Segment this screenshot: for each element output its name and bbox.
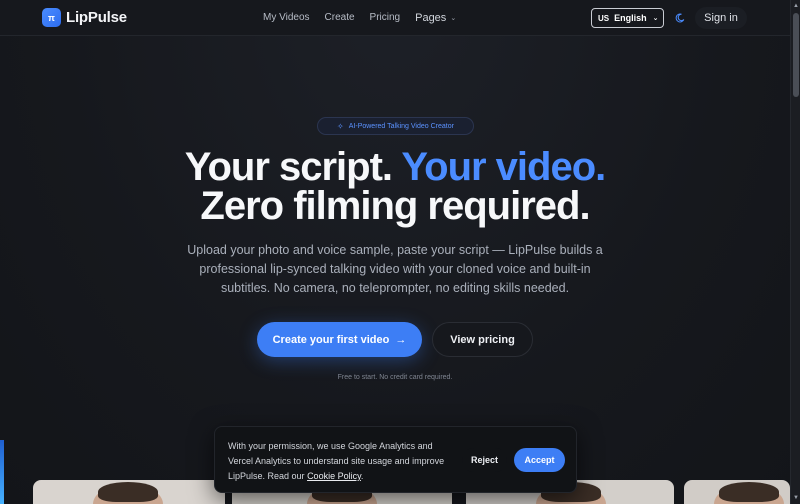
scrollbar[interactable]: ▲ ▼ [790,0,800,504]
accept-button[interactable]: Accept [514,448,565,472]
scroll-down-icon[interactable]: ▼ [791,492,800,504]
nav-pages-label: Pages [415,12,447,24]
brand-logo[interactable]: π LipPulse [42,8,127,27]
preview-edge [0,440,4,504]
arrow-right-icon: → [395,333,407,346]
fine-print: Free to start. No credit card required. [337,374,453,381]
preview-video-card[interactable] [684,480,790,504]
avatar-hair [98,482,158,502]
create-first-video-button[interactable]: Create your first video → [257,322,422,357]
cookie-text: With your permission, we use Google Anal… [228,439,453,484]
scroll-up-icon[interactable]: ▲ [791,0,800,12]
language-select[interactable]: US English ⌄ [591,8,664,28]
nav-links: My Videos Create Pricing Pages ⌄ [263,12,471,24]
reject-button[interactable]: Reject [462,448,507,472]
headline-accent: Your video. [401,145,606,189]
cookie-banner: With your permission, we use Google Anal… [214,426,577,493]
hero-badge-label: AI-Powered Talking Video Creator [348,122,454,130]
chevron-down-icon: ⌄ [450,15,457,22]
signin-button[interactable]: Sign in [695,7,747,29]
view-pricing-button[interactable]: View pricing [432,322,533,357]
headline-line2: Zero filming required. [200,184,590,228]
logo-icon: π [42,8,61,27]
flag-icon: US [598,13,610,23]
hero-subtitle: Upload your photo and voice sample, past… [187,243,603,295]
nav-pages-dropdown[interactable]: Pages ⌄ [415,12,456,24]
sparkle-icon: ✧ [337,121,344,131]
moon-icon [675,13,685,23]
chevron-down-icon: ⌄ [652,15,659,22]
cta-label: Create your first video [272,333,390,346]
preview-video-card[interactable] [33,480,225,504]
theme-toggle[interactable] [670,8,690,28]
headline-part1: Your script. [184,145,402,189]
brand-name: LipPulse [66,9,127,26]
cookie-policy-link[interactable]: Cookie Policy [307,471,361,481]
nav-link-my-videos[interactable]: My Videos [263,12,310,24]
top-nav: π LipPulse My Videos Create Pricing Page… [0,0,790,36]
nav-link-create[interactable]: Create [325,12,355,24]
hero-headline: Your script. Your video. Zero filming re… [0,145,790,228]
avatar-hair [719,482,779,502]
nav-link-pricing[interactable]: Pricing [370,12,401,24]
scroll-thumb[interactable] [793,13,799,97]
language-label: English [614,13,647,23]
page: π LipPulse My Videos Create Pricing Page… [0,0,790,504]
hero-badge: ✧ AI-Powered Talking Video Creator [317,117,474,135]
cookie-suffix: . [360,471,364,481]
